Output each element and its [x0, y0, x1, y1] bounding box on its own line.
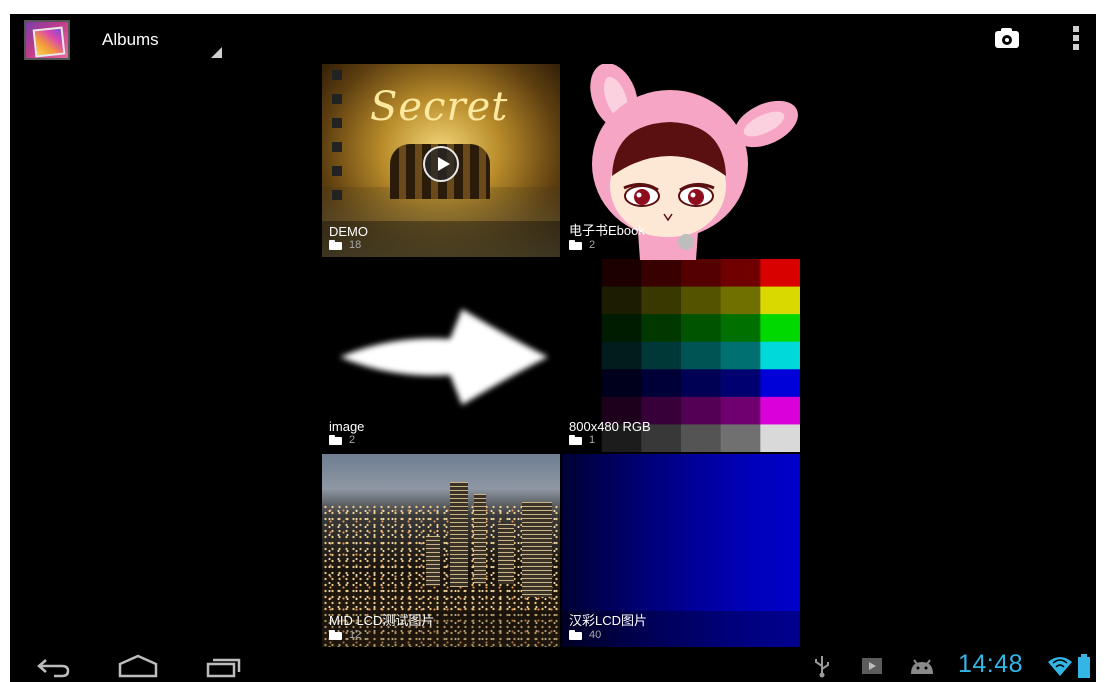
album-name: DEMO: [329, 224, 368, 239]
album-tile-demo[interactable]: Secret DEMO 18: [322, 64, 560, 257]
folder-icon: [329, 435, 342, 445]
gallery-app-icon[interactable]: [24, 20, 70, 60]
album-count: 40: [589, 629, 602, 641]
back-button[interactable]: [34, 652, 72, 680]
albums-spinner[interactable]: Albums: [90, 14, 222, 58]
system-bar: 14:48: [10, 650, 1096, 682]
album-tile-image[interactable]: image 2: [322, 259, 560, 452]
thumbnail-brand-text: Secret: [370, 84, 509, 130]
album-count: 2: [589, 239, 596, 251]
status-clock: 14:48: [958, 650, 1024, 678]
play-video-icon: [423, 146, 459, 182]
overflow-menu-icon: [1073, 26, 1079, 32]
album-name: 汉彩LCD图片: [569, 613, 648, 628]
spinner-indicator-icon: [211, 47, 222, 58]
film-strip-icon: [332, 70, 342, 200]
media-play-icon: [862, 658, 882, 674]
battery-icon: [1078, 654, 1090, 678]
action-bar: Albums: [10, 14, 1096, 62]
album-count: 1: [589, 434, 596, 446]
album-name: 电子书Ebook: [569, 223, 645, 238]
wifi-icon: [1048, 657, 1072, 676]
album-tile-mid-lcd[interactable]: MID LCD测试图片 12: [322, 454, 560, 647]
folder-icon: [569, 435, 582, 445]
android-debug-icon: [911, 659, 933, 674]
camera-button[interactable]: [992, 26, 1022, 52]
album-tile-rgb[interactable]: 800x480 RGB 1: [562, 259, 800, 452]
gallery-screen: Albums Secret DEMO 18 电子书Ebook 2 image 2…: [10, 14, 1096, 682]
album-count: 2: [349, 434, 356, 446]
overflow-menu-button[interactable]: [1068, 26, 1084, 52]
album-count: 12: [349, 629, 362, 641]
folder-icon: [569, 630, 582, 640]
folder-icon: [569, 240, 582, 250]
album-grid: Secret DEMO 18 电子书Ebook 2 image 2 800x48…: [322, 64, 800, 647]
home-button[interactable]: [116, 652, 160, 680]
album-name: MID LCD测试图片: [329, 613, 435, 628]
album-tile-ebook[interactable]: 电子书Ebook 2: [562, 64, 800, 257]
album-count: 18: [349, 239, 362, 251]
album-name: image: [329, 419, 365, 434]
folder-icon: [329, 630, 342, 640]
recent-apps-button[interactable]: [204, 652, 244, 680]
album-name: 800x480 RGB: [569, 419, 651, 434]
album-tile-hancai-lcd[interactable]: 汉彩LCD图片 40: [562, 454, 800, 647]
usb-icon: [815, 656, 829, 678]
folder-icon: [329, 240, 342, 250]
action-bar-title: Albums: [102, 30, 159, 49]
